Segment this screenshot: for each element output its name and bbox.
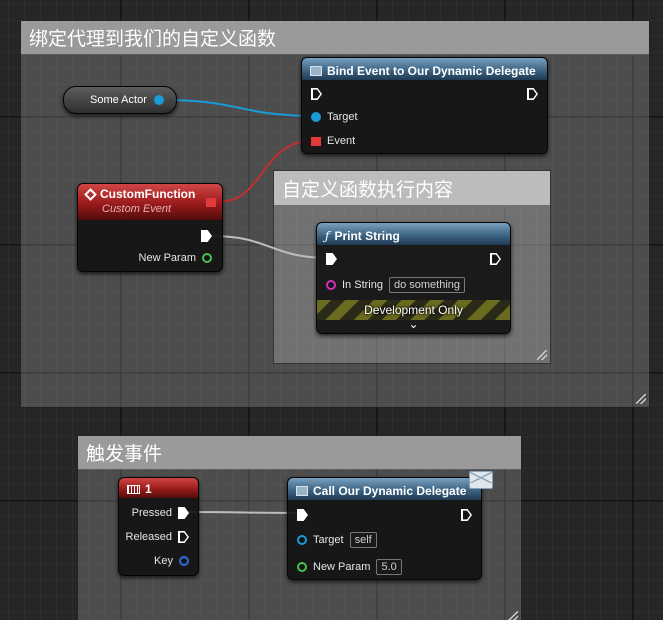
resize-grip-icon[interactable] [636,394,646,404]
comment-title[interactable]: 触发事件 [78,436,521,470]
key-pin[interactable]: Key [154,555,189,567]
bind-event-node[interactable]: Bind Event to Our Dynamic Delegate Targe… [301,57,548,154]
node-title: Bind Event to Our Dynamic Delegate [327,63,536,78]
object-pin-icon[interactable] [311,112,321,122]
pressed-pin[interactable]: Pressed [132,507,189,519]
object-pin-icon[interactable] [297,535,307,545]
some-actor-node[interactable]: Some Actor [63,86,177,114]
new-param-input[interactable]: 5.0 [376,559,402,575]
new-param-pin[interactable]: New Param 5.0 [297,559,402,575]
key-one-node[interactable]: 1 Pressed Released Key [118,477,199,576]
delegate-pin-icon[interactable] [311,136,321,146]
call-delegate-node[interactable]: Call Our Dynamic Delegate Target self Ne… [287,477,482,580]
event-diamond-icon [84,187,97,201]
resize-grip-icon[interactable] [537,350,547,360]
target-pin[interactable]: Target [311,111,358,123]
exec-in-pin-icon[interactable] [326,253,337,265]
variable-label: Some Actor [90,94,147,106]
float-pin-icon[interactable] [202,253,212,263]
exec-out-pin-icon[interactable] [178,507,189,519]
float-pin-icon[interactable] [297,562,307,572]
function-icon [310,65,322,76]
event-pin[interactable]: Event [311,135,355,147]
string-pin-icon[interactable] [326,280,336,290]
node-title: CustomFunction [100,187,196,201]
node-title: 1 [145,482,152,496]
exec-out-pin-icon[interactable] [490,253,501,265]
node-subtitle: Custom Event [102,203,172,215]
pin-label: Key [154,555,173,567]
pin-label: Target [327,111,358,123]
comment-title[interactable]: 绑定代理到我们的自定义函数 [21,21,649,55]
node-header[interactable]: Call Our Dynamic Delegate [288,478,481,500]
node-header[interactable]: Bind Event to Our Dynamic Delegate [302,58,547,80]
struct-pin-icon[interactable] [179,556,189,566]
in-string-pin[interactable]: In String do something [326,277,466,293]
node-title: Print String [334,228,400,243]
expand-chevron-icon[interactable]: ⌄ [317,318,510,330]
function-icon: ƒ [325,228,330,243]
pin-label: In String [342,279,383,291]
in-string-input[interactable]: do something [388,277,466,293]
exec-out-pin-icon[interactable] [201,230,212,242]
resize-grip-icon[interactable] [508,611,518,620]
node-header[interactable]: 1 [119,478,198,498]
pin-label: Pressed [131,507,172,519]
delegate-out-pin-icon[interactable] [206,198,216,207]
pin-label: New Param [138,252,196,264]
exec-out-pin-icon[interactable] [527,88,538,100]
comment-title[interactable]: 自定义函数执行内容 [274,171,550,206]
node-header[interactable]: CustomFunction Custom Event [78,184,222,220]
envelope-icon [469,471,493,489]
pin-label: Event [327,135,356,147]
exec-in-pin-icon[interactable] [297,509,308,521]
node-title: Call Our Dynamic Delegate [313,483,467,498]
exec-out-pin-icon[interactable] [178,531,189,543]
pin-label: Target [313,534,344,546]
target-input[interactable]: self [349,532,377,548]
node-header[interactable]: ƒ Print String [317,223,510,245]
target-pin[interactable]: Target self [297,532,377,548]
pin-label: New Param [313,561,371,573]
print-string-node[interactable]: ƒ Print String In String do something De… [316,222,511,334]
custom-function-node[interactable]: CustomFunction Custom Event New Param [77,183,223,272]
object-pin-icon[interactable] [154,95,164,105]
exec-in-pin-icon[interactable] [311,88,322,100]
keyboard-icon [127,484,140,494]
exec-out-pin-icon[interactable] [461,509,472,521]
new-param-pin[interactable]: New Param [139,252,212,264]
function-icon [296,485,308,496]
released-pin[interactable]: Released [126,531,189,543]
pin-label: Released [125,531,172,543]
